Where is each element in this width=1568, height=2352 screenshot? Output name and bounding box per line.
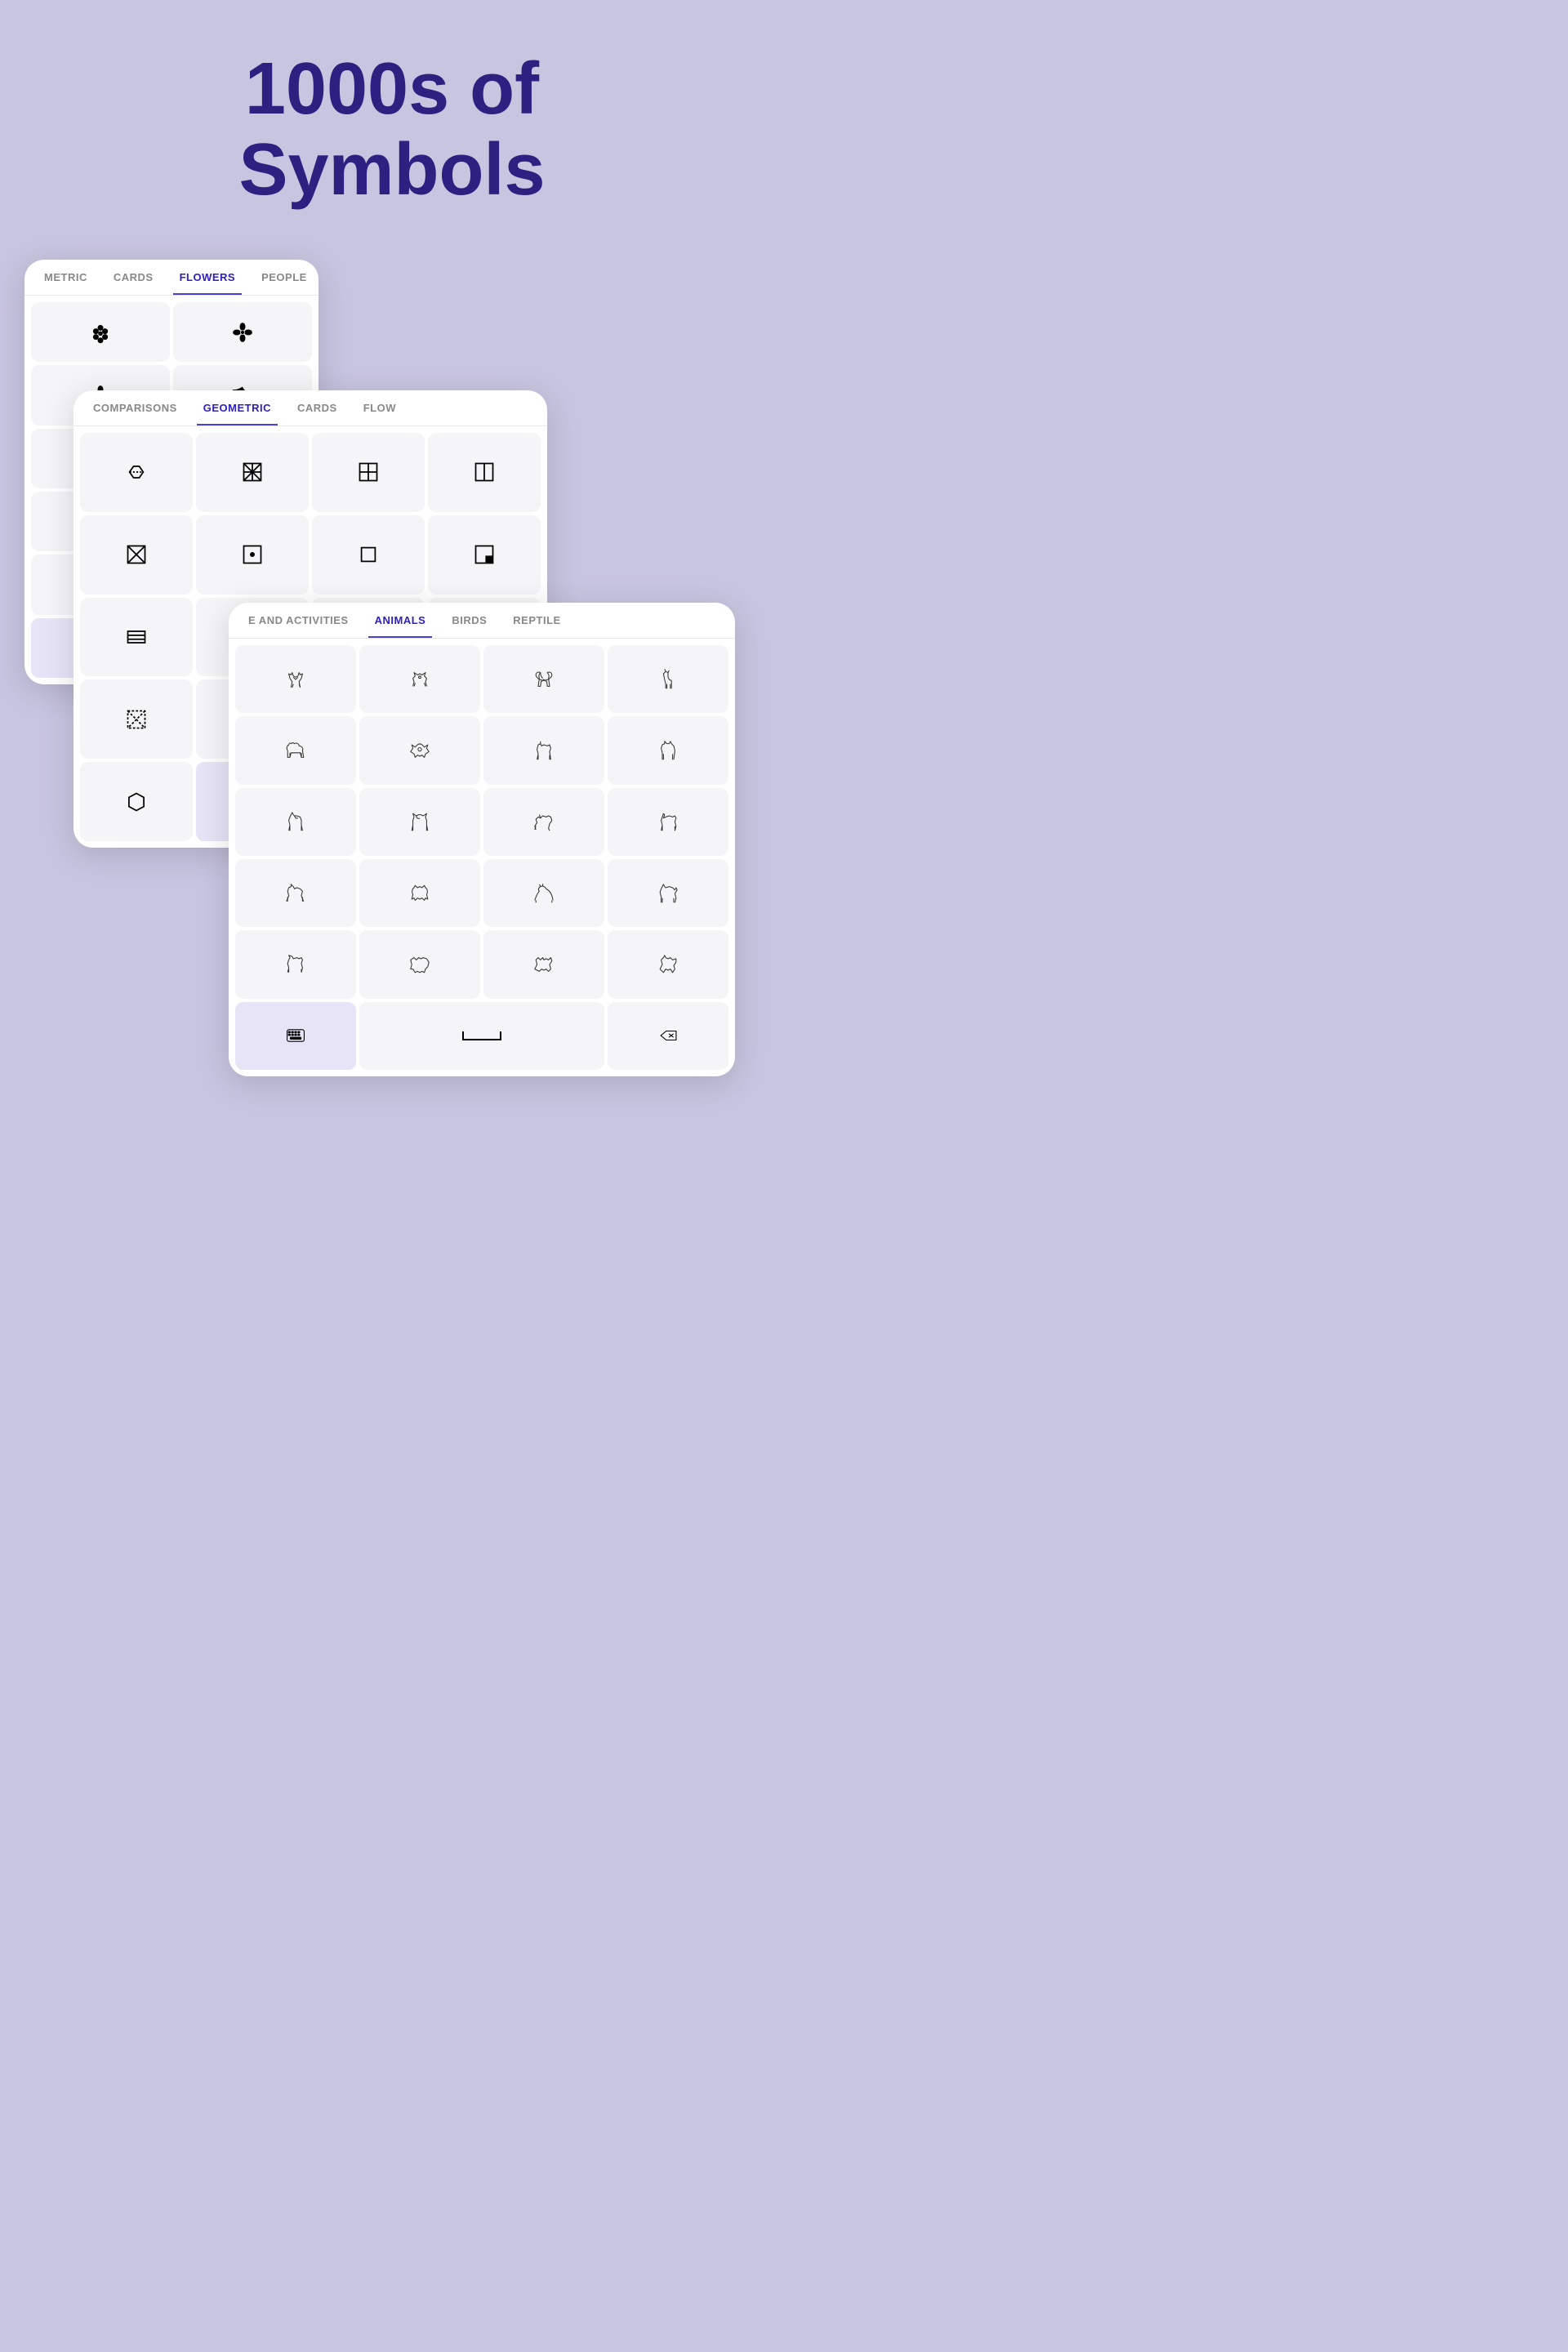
- symbol-cell[interactable]: [80, 679, 193, 759]
- tab-activities[interactable]: E AND ACTIVITIES: [235, 603, 362, 638]
- symbol-animal-goat[interactable]: [608, 716, 728, 784]
- panel1-tab-bar: METRIC CARDS FLOWERS PEOPLE: [24, 260, 318, 296]
- panel3-tab-bar: E AND ACTIVITIES ANIMALS BIRDS REPTILE: [229, 603, 735, 639]
- symbol-animal-4d[interactable]: [608, 859, 728, 927]
- symbol-cell[interactable]: [80, 598, 193, 677]
- spacebar-button[interactable]: [359, 1002, 604, 1070]
- tab-metric[interactable]: METRIC: [31, 260, 100, 295]
- cards-container: METRIC CARDS FLOWERS PEOPLE: [24, 260, 760, 1060]
- main-title: 1000s of Symbols: [238, 49, 545, 211]
- symbol-animal-5d[interactable]: [608, 930, 728, 998]
- symbol-animal-4b[interactable]: [359, 859, 480, 927]
- panel-animals: E AND ACTIVITIES ANIMALS BIRDS REPTILE: [229, 603, 735, 1076]
- symbol-animal-cow[interactable]: [359, 788, 480, 856]
- keyboard-button-animals[interactable]: [235, 1002, 356, 1070]
- symbol-animal-5c[interactable]: [483, 930, 604, 998]
- symbol-cell[interactable]: [80, 515, 193, 595]
- tab-flowers[interactable]: FLOWERS: [167, 260, 249, 295]
- symbol-animal-lion[interactable]: [359, 716, 480, 784]
- symbol-animal-4c[interactable]: [483, 859, 604, 927]
- tab-birds[interactable]: BIRDS: [439, 603, 500, 638]
- symbol-animal-bear[interactable]: [235, 716, 356, 784]
- symbol-animal-4a[interactable]: [235, 859, 356, 927]
- symbol-cell[interactable]: [312, 515, 425, 595]
- symbol-animal-giraffe[interactable]: [608, 645, 728, 713]
- symbol-cell[interactable]: [196, 433, 309, 512]
- tab-reptiles[interactable]: REPTILE: [500, 603, 573, 638]
- symbol-animal-5b[interactable]: [359, 930, 480, 998]
- tab-flow[interactable]: FLOW: [350, 390, 409, 425]
- symbol-animal-horse[interactable]: [483, 716, 604, 784]
- delete-button[interactable]: [608, 1002, 728, 1070]
- panel2-tab-bar: COMPARISONS GEOMETRIC CARDS FLOW: [74, 390, 547, 426]
- tab-cards2[interactable]: CARDS: [284, 390, 350, 425]
- symbol-cell[interactable]: [312, 433, 425, 512]
- symbol-cell[interactable]: [428, 515, 541, 595]
- symbol-animal-donkey[interactable]: [235, 788, 356, 856]
- symbol-animal-elephant[interactable]: [483, 645, 604, 713]
- symbol-cell[interactable]: [428, 433, 541, 512]
- tab-geometric[interactable]: GEOMETRIC: [190, 390, 284, 425]
- symbol-animal-5a[interactable]: [235, 930, 356, 998]
- symbol-cell[interactable]: [80, 762, 193, 841]
- symbol-animal-deer[interactable]: [235, 645, 356, 713]
- tab-cards[interactable]: CARDS: [100, 260, 167, 295]
- tab-people[interactable]: PEOPLE: [248, 260, 318, 295]
- symbol-animal-running-dog[interactable]: [483, 788, 604, 856]
- symbol-cell[interactable]: [173, 302, 312, 362]
- symbol-animal-gazelle[interactable]: [608, 788, 728, 856]
- symbol-cell[interactable]: [31, 302, 170, 362]
- symbol-cell[interactable]: [80, 433, 193, 512]
- tab-animals[interactable]: ANIMALS: [362, 603, 439, 638]
- symbol-cell[interactable]: [196, 515, 309, 595]
- tab-comparisons[interactable]: COMPARISONS: [80, 390, 190, 425]
- symbol-animal-fox[interactable]: [359, 645, 480, 713]
